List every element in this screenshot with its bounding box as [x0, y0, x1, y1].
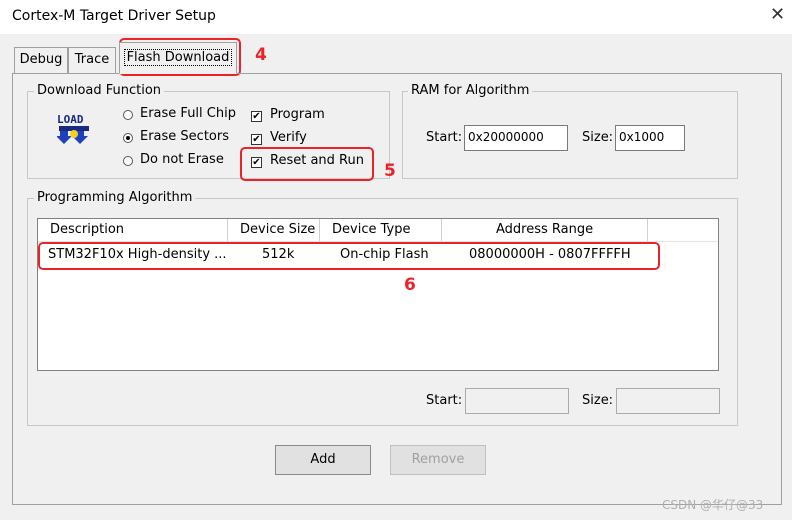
program-label: Program: [270, 107, 325, 122]
ram-size-label: Size:: [582, 130, 614, 145]
tab-debug-label: Debug: [19, 52, 63, 67]
load-icon: LOAD: [55, 113, 93, 147]
watermark: CSDN @华仔@33: [662, 498, 764, 512]
tab-trace-label: Trace: [74, 52, 110, 67]
download-function-legend: Download Function: [34, 83, 165, 98]
annotation-number-6: 6: [404, 275, 416, 295]
verify-label: Verify: [270, 130, 307, 145]
program-checkbox[interactable]: ✔: [251, 111, 262, 122]
tab-trace[interactable]: Trace: [68, 47, 116, 73]
column-header-device-size[interactable]: Device Size: [228, 219, 320, 241]
programming-algorithm-legend: Programming Algorithm: [34, 190, 196, 205]
column-header-address-range[interactable]: Address Range: [442, 219, 648, 241]
column-header-description[interactable]: Description: [38, 219, 228, 241]
algo-size-label: Size:: [582, 393, 614, 408]
window-title: Cortex-M Target Driver Setup: [12, 8, 216, 24]
erase-full-chip-radio[interactable]: [123, 110, 133, 120]
erase-full-chip-label: Erase Full Chip: [140, 106, 236, 121]
add-button[interactable]: Add: [275, 445, 371, 475]
annotation-number-5: 5: [384, 161, 396, 181]
ram-start-label: Start:: [426, 130, 463, 145]
algo-size-input[interactable]: [616, 388, 720, 414]
ram-size-input[interactable]: 0x1000: [615, 125, 685, 151]
algo-start-label: Start:: [426, 393, 463, 408]
remove-button[interactable]: Remove: [390, 445, 486, 475]
tab-flash-download[interactable]: Flash Download: [119, 42, 237, 74]
do-not-erase-label: Do not Erase: [140, 152, 224, 167]
algo-start-input[interactable]: [465, 388, 569, 414]
ram-for-algorithm-legend: RAM for Algorithm: [408, 83, 533, 98]
download-arrows-icon: [57, 126, 89, 144]
ram-start-input[interactable]: 0x20000000: [464, 125, 568, 151]
tab-debug[interactable]: Debug: [14, 47, 68, 73]
annotation-number-4: 4: [255, 45, 267, 65]
annotation-box-6: [38, 242, 660, 270]
erase-sectors-radio[interactable]: [123, 133, 133, 143]
verify-checkbox[interactable]: ✔: [251, 134, 262, 145]
annotation-box-5: [240, 147, 374, 181]
close-icon[interactable]: ✕: [770, 4, 785, 25]
column-header-device-type[interactable]: Device Type: [320, 219, 442, 241]
tab-flash-download-label: Flash Download: [123, 49, 233, 66]
do-not-erase-radio[interactable]: [123, 156, 133, 166]
erase-sectors-label: Erase Sectors: [140, 129, 229, 144]
